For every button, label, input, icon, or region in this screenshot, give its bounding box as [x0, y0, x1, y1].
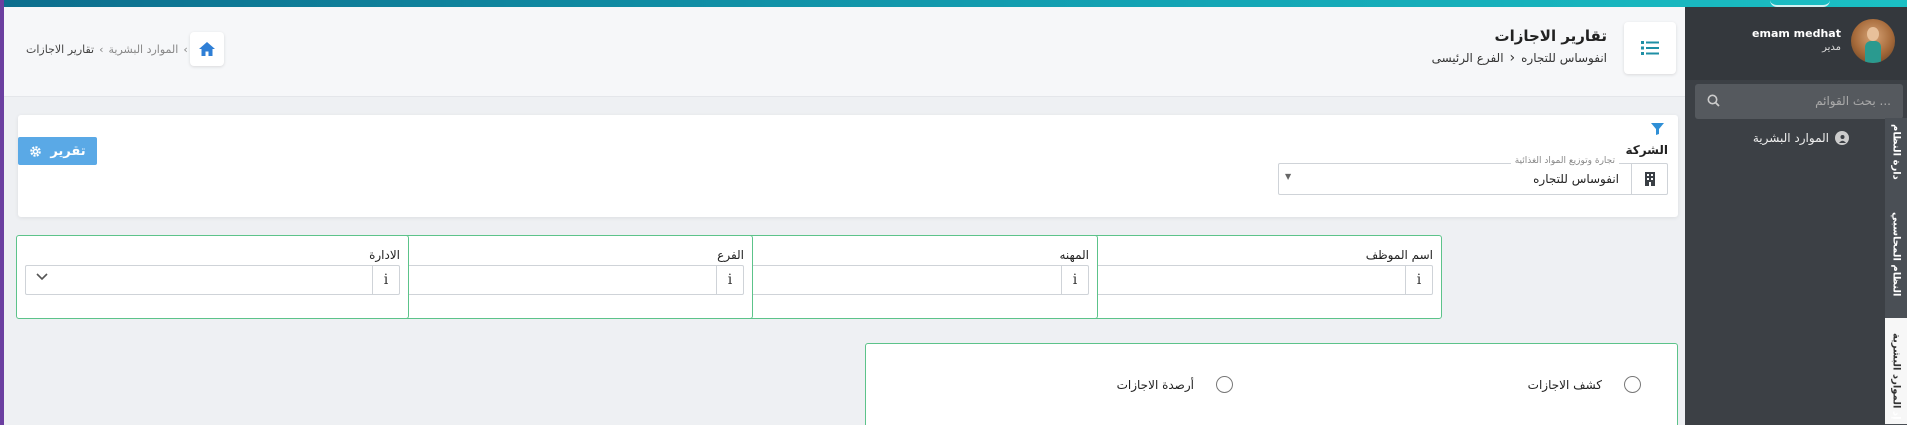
home-button[interactable] — [190, 32, 224, 66]
tab-system-admin[interactable]: دارة النظام — [1885, 118, 1907, 186]
chevron-down-icon — [36, 273, 48, 281]
hr-icon — [1835, 131, 1849, 145]
employee-label: اسم الموظف — [1365, 248, 1433, 262]
home-icon — [199, 42, 215, 56]
branch-filter-card: الفرع i — [360, 235, 753, 319]
report-type-card: كشف الاجازات أرصدة الاجازات — [865, 343, 1678, 425]
company-label: الشركة — [1625, 143, 1668, 157]
info-icon[interactable]: i — [1405, 266, 1432, 294]
branch-select[interactable]: i — [369, 265, 744, 295]
chevron-left-icon: ‹ — [99, 43, 104, 56]
crumb-hr[interactable]: الموارد البشرية — [109, 43, 179, 56]
caret-down-icon: ▼ — [1285, 172, 1292, 181]
top-accent-bar — [0, 0, 1907, 7]
module-tabs: دارة النظام النظام المحاسبي الموارد البش… — [1885, 118, 1907, 425]
info-icon[interactable]: i — [1061, 266, 1088, 294]
company-select[interactable]: تجارة وتوزيع المواد الغذائية انفوساس للت… — [1278, 156, 1668, 195]
menu-search-input[interactable]: بحث القوائم ... — [1695, 84, 1903, 119]
info-icon[interactable]: i — [372, 266, 399, 294]
company-floating-label: تجارة وتوزيع المواد الغذائية — [1510, 156, 1619, 166]
employee-filter-card: اسم الموظف i — [1049, 235, 1442, 319]
tab-partial[interactable]: إد — [1885, 405, 1907, 425]
page-header: تقارير الاجازات انفوساس للتجاره ‹ الفرع … — [4, 7, 1685, 97]
crumb-branch[interactable]: الفرع الرئيسى — [1432, 51, 1504, 65]
menu-toggle-button[interactable] — [1624, 22, 1676, 74]
user-role: مدير — [1822, 42, 1841, 53]
company-value: انفوساس للتجاره — [1533, 172, 1619, 186]
breadcrumb: تقارير الاجازات ‹ الموارد البشرية ‹ — [26, 43, 188, 56]
radio-leave-statement[interactable]: كشف الاجازات — [1528, 376, 1641, 393]
tab-accounting[interactable]: النظام المحاسبي — [1885, 198, 1907, 310]
department-label: الادارة — [369, 248, 400, 262]
page-title: تقارير الاجازات — [1494, 27, 1608, 45]
filter-icon[interactable] — [1651, 123, 1664, 135]
department-filter-card: الادارة i — [16, 235, 409, 319]
radio-label: كشف الاجازات — [1527, 377, 1602, 392]
chevron-left-icon: ‹ — [183, 43, 188, 56]
sidebar-item-hr[interactable]: الموارد البشرية — [1753, 131, 1849, 145]
logo-fragment — [1770, 0, 1830, 7]
radio-circle[interactable] — [1624, 376, 1641, 393]
search-icon — [1707, 94, 1720, 107]
crumb-current: تقارير الاجازات — [26, 43, 95, 56]
user-panel: emam medhat مدير — [1685, 7, 1907, 80]
user-name: emam medhat — [1752, 27, 1841, 40]
sidebar: emam medhat مدير بحث القوائم ... الموارد… — [1685, 7, 1907, 425]
chevron-left-icon: ‹ — [1509, 50, 1516, 66]
gear-icon — [30, 145, 42, 157]
avatar[interactable] — [1851, 19, 1895, 63]
crumb-company[interactable]: انفوساس للتجاره — [1521, 51, 1607, 65]
radio-circle[interactable] — [1216, 376, 1233, 393]
list-icon — [1641, 41, 1659, 55]
branch-label: الفرع — [717, 248, 744, 262]
radio-leave-balances[interactable]: أرصدة الاجازات — [1117, 376, 1233, 393]
main-content: تقارير الاجازات انفوساس للتجاره ‹ الفرع … — [4, 7, 1685, 425]
info-icon[interactable]: i — [716, 266, 743, 294]
report-button[interactable]: تقرير — [18, 137, 97, 165]
report-button-label: تقرير — [50, 143, 86, 159]
job-filter-card: المهنه i — [705, 235, 1098, 319]
company-breadcrumb: انفوساس للتجاره ‹ الفرع الرئيسى — [1432, 50, 1607, 66]
building-icon — [1631, 164, 1667, 194]
employee-select[interactable]: i — [1058, 265, 1433, 295]
department-select[interactable]: i — [25, 265, 400, 295]
job-label: المهنه — [1059, 248, 1089, 262]
sidebar-item-label: الموارد البشرية — [1752, 131, 1829, 145]
radio-label: أرصدة الاجازات — [1116, 377, 1194, 392]
job-select[interactable]: i — [714, 265, 1089, 295]
filter-panel: تقرير الشركة تجارة وتوزيع المواد الغذائي… — [18, 115, 1678, 217]
search-placeholder: بحث القوائم ... — [1815, 94, 1891, 108]
